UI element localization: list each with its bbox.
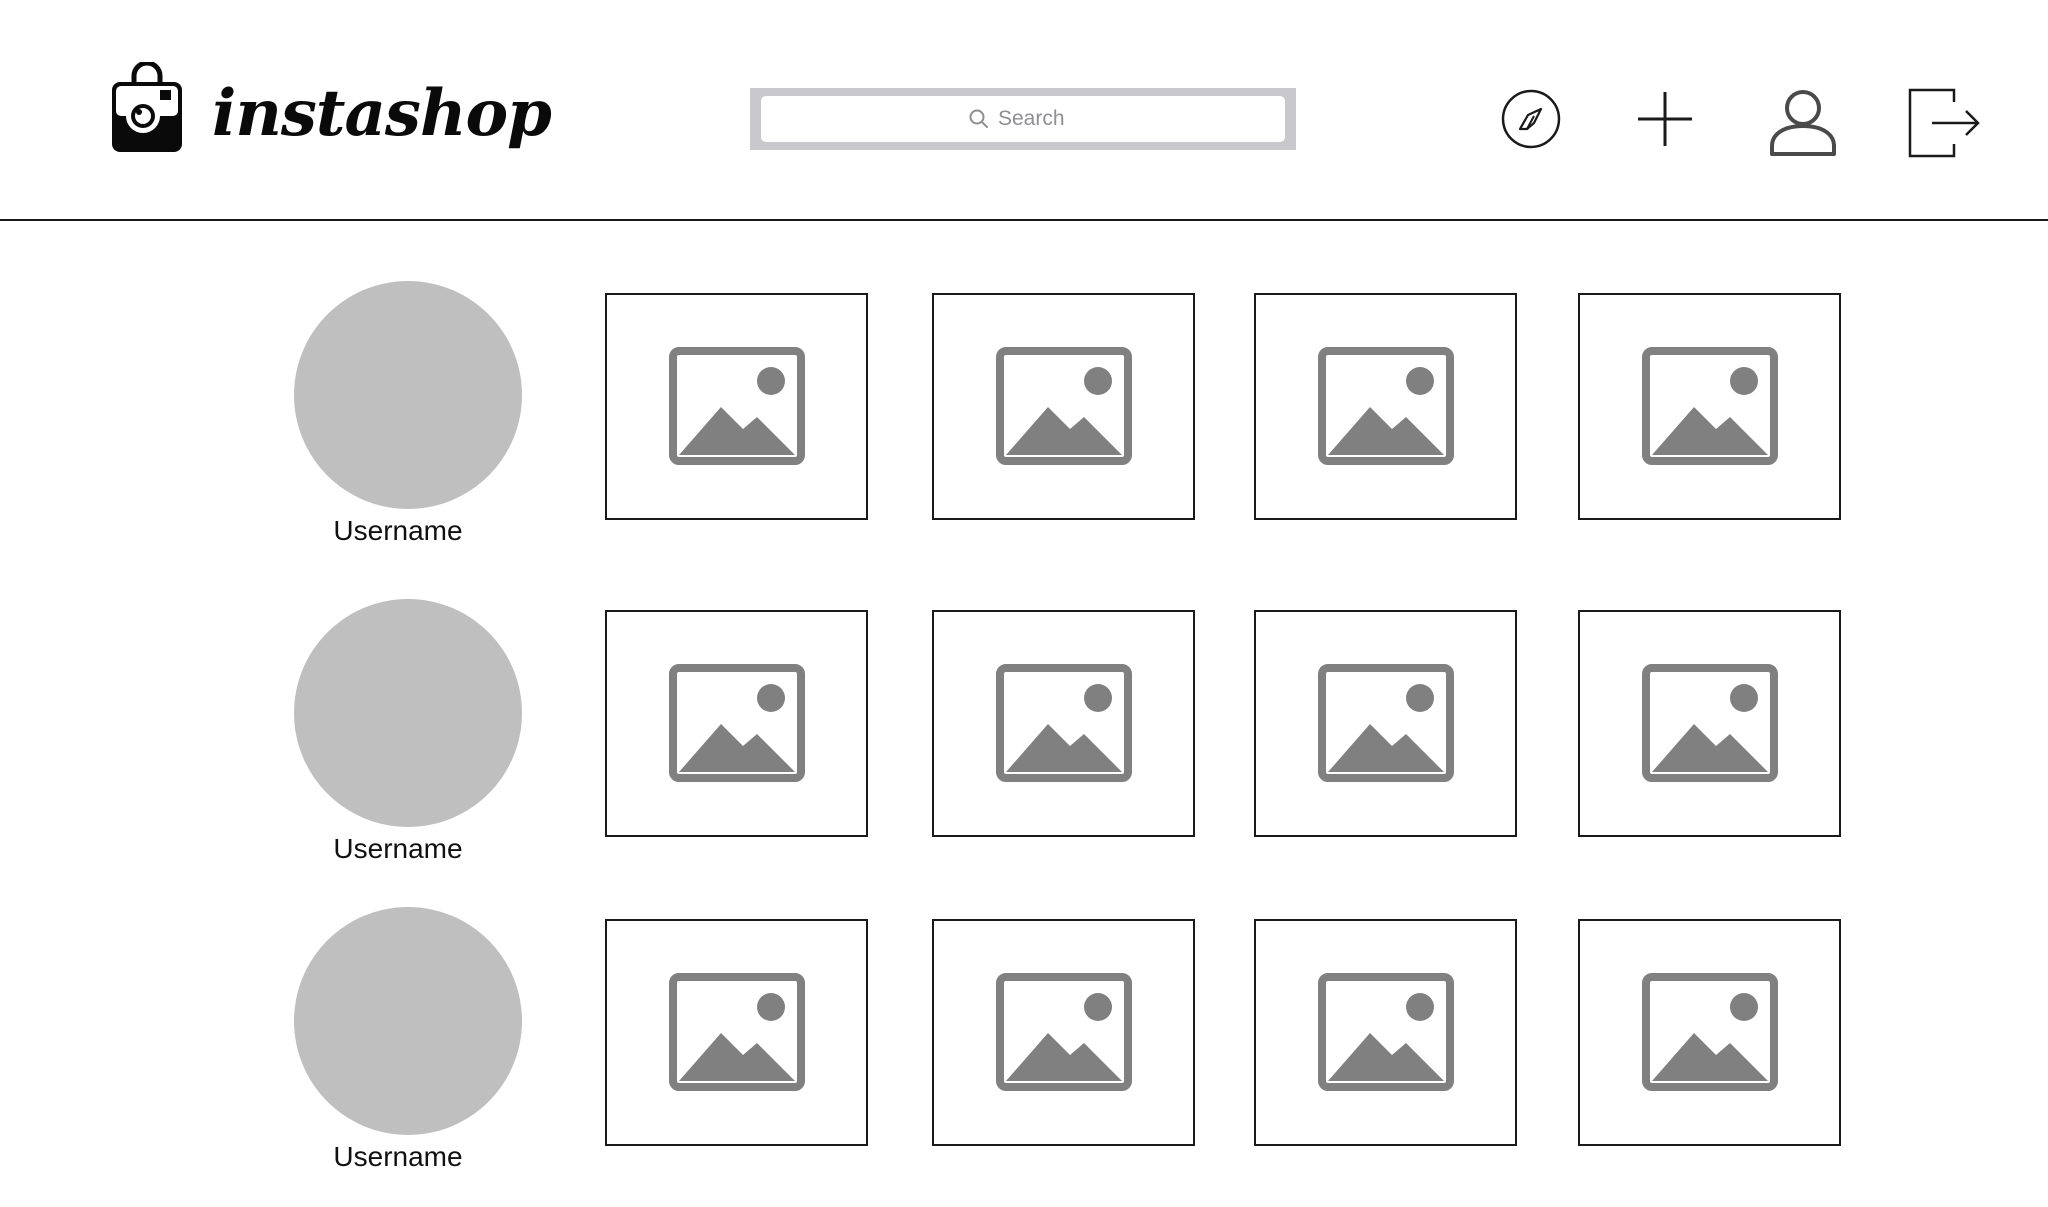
username-label[interactable]: Username	[258, 829, 538, 869]
post-tile[interactable]	[1578, 293, 1841, 520]
search-icon	[969, 109, 988, 128]
avatar[interactable]	[294, 599, 522, 827]
image-placeholder-icon	[669, 347, 805, 465]
logout-icon[interactable]	[1906, 86, 1982, 160]
post-tile[interactable]	[932, 610, 1195, 837]
plus-icon[interactable]	[1634, 88, 1696, 150]
top-nav-bar: instashop	[0, 0, 2048, 220]
search-input[interactable]	[998, 107, 1078, 131]
search-box[interactable]	[761, 96, 1285, 142]
image-placeholder-icon	[1318, 973, 1454, 1091]
feed-row: Username	[0, 599, 2048, 899]
image-placeholder-icon	[996, 664, 1132, 782]
post-tile[interactable]	[1254, 919, 1517, 1146]
post-tile[interactable]	[932, 919, 1195, 1146]
post-tile[interactable]	[1578, 919, 1841, 1146]
image-placeholder-icon	[669, 973, 805, 1091]
post-tile[interactable]	[1254, 610, 1517, 837]
image-placeholder-icon	[1318, 347, 1454, 465]
post-tile[interactable]	[605, 919, 868, 1146]
post-tile[interactable]	[932, 293, 1195, 520]
image-placeholder-icon	[996, 347, 1132, 465]
brand-logo-text[interactable]: instashop	[212, 64, 552, 164]
image-placeholder-icon	[1642, 973, 1778, 1091]
post-tile[interactable]	[1254, 293, 1517, 520]
image-placeholder-icon	[1642, 347, 1778, 465]
search-bar	[750, 88, 1296, 150]
feed-row: Username	[0, 907, 2048, 1207]
post-tile[interactable]	[605, 610, 868, 837]
image-placeholder-icon	[1318, 664, 1454, 782]
username-label[interactable]: Username	[258, 511, 538, 551]
user-icon[interactable]	[1768, 88, 1838, 158]
compass-icon[interactable]	[1500, 88, 1562, 150]
shopping-bag-camera-logo-icon[interactable]	[110, 62, 184, 154]
feed-row: Username	[0, 281, 2048, 581]
avatar[interactable]	[294, 907, 522, 1135]
post-tile[interactable]	[605, 293, 868, 520]
image-placeholder-icon	[1642, 664, 1778, 782]
user-feed: Username Username Username	[0, 221, 2048, 1194]
username-label[interactable]: Username	[258, 1137, 538, 1177]
image-placeholder-icon	[996, 973, 1132, 1091]
post-tile[interactable]	[1578, 610, 1841, 837]
image-placeholder-icon	[669, 664, 805, 782]
avatar[interactable]	[294, 281, 522, 509]
